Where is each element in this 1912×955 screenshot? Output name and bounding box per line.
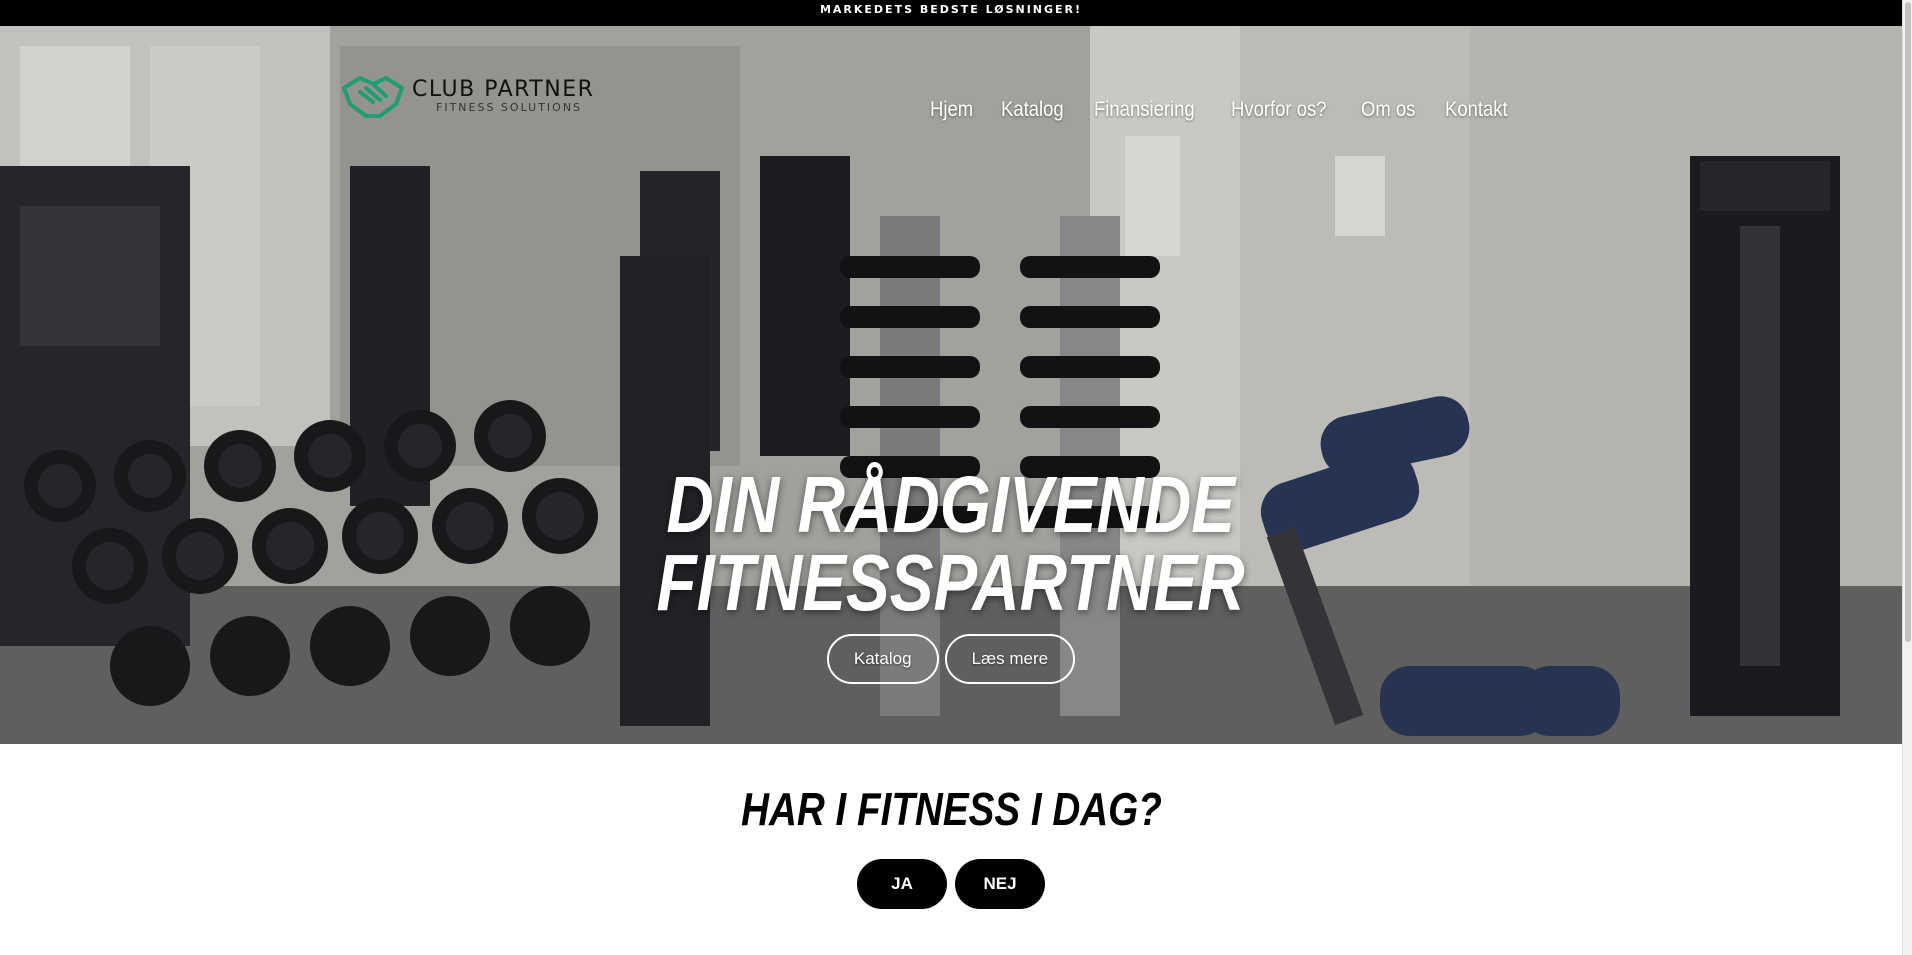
yes-button[interactable]: JA <box>857 859 947 909</box>
hero-title-line2: FITNESSPARTNER <box>656 538 1246 627</box>
hero-title: DIN RÅDGIVENDE FITNESSPARTNER <box>0 460 1902 627</box>
logo-brand-text: CLUB PARTNER <box>412 77 595 102</box>
main-navigation: Hjem Katalog Finansiering Hvorfor os? Om… <box>930 98 1508 122</box>
nav-link-kontakt[interactable]: Kontakt <box>1445 98 1508 122</box>
announcement-bar: MARKEDETS BEDSTE LØSNINGER! <box>0 0 1902 26</box>
club-partner-logo[interactable]: CLUB PARTNER FITNESS SOLUTIONS <box>340 70 610 122</box>
hero-katalog-button[interactable]: Katalog <box>826 634 939 684</box>
fitness-question-heading: HAR I FITNESS I DAG? <box>0 782 1902 836</box>
answer-button-group: JA NEJ <box>0 859 1902 909</box>
nav-link-hjem[interactable]: Hjem <box>930 98 973 122</box>
page-scrollbar[interactable] <box>1902 0 1912 955</box>
nav-link-om-os[interactable]: Om os <box>1361 98 1415 122</box>
hero-title-line1: DIN RÅDGIVENDE <box>666 460 1236 549</box>
announcement-text: MARKEDETS BEDSTE LØSNINGER! <box>819 3 1083 16</box>
nav-link-hvorfor-os[interactable]: Hvorfor os? <box>1231 98 1327 122</box>
hero-laes-mere-button[interactable]: Læs mere <box>944 634 1076 684</box>
hero-button-group: Katalog Læs mere <box>0 634 1902 684</box>
handshake-icon <box>342 76 404 118</box>
scrollbar-thumb[interactable] <box>1905 2 1911 642</box>
logo-tagline-text: FITNESS SOLUTIONS <box>436 101 583 114</box>
hero-section: CLUB PARTNER FITNESS SOLUTIONS Hjem Kata… <box>0 26 1902 744</box>
fitness-question-text: HAR I FITNESS I DAG? <box>740 783 1162 835</box>
nav-link-katalog[interactable]: Katalog <box>1001 98 1064 122</box>
no-button[interactable]: NEJ <box>955 859 1045 909</box>
nav-link-finansiering[interactable]: Finansiering <box>1094 98 1195 122</box>
